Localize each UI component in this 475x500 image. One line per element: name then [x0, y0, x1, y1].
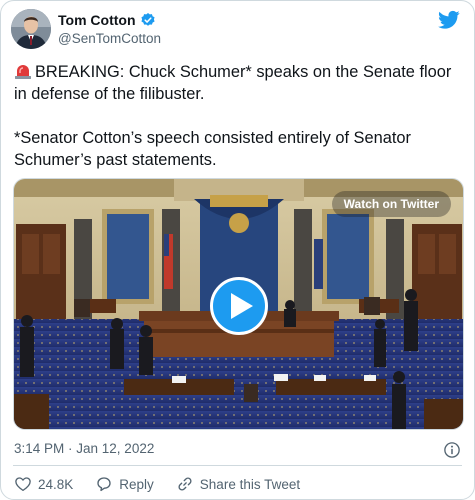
author-avatar[interactable] [11, 9, 51, 49]
reply-label: Reply [119, 476, 154, 492]
author-display-name[interactable]: Tom Cotton [58, 12, 136, 28]
watch-on-twitter-button[interactable]: Watch on Twitter [331, 191, 451, 217]
tweet-text-line-2: *Senator Cotton’s speech consisted entir… [14, 129, 411, 169]
like-button[interactable]: 24.8K [14, 475, 73, 493]
divider [13, 465, 462, 466]
tweet-actions: 24.8K Reply Share this Tweet [14, 475, 300, 493]
info-icon[interactable] [443, 441, 461, 459]
like-count: 24.8K [38, 476, 74, 492]
heart-icon [15, 477, 31, 492]
verified-badge-icon [140, 13, 155, 26]
siren-emoji-icon [15, 65, 31, 79]
tweet-card[interactable]: Tom Cotton @SenTomCotton BREAKING: Chuck… [0, 0, 475, 500]
share-button[interactable]: Share this Tweet [176, 475, 300, 493]
link-icon [178, 477, 192, 491]
reply-bubble-icon [97, 477, 111, 492]
share-label: Share this Tweet [199, 476, 301, 492]
tweet-text: BREAKING: Chuck Schumer* speaks on the S… [14, 61, 464, 171]
avatar-icon [11, 9, 51, 49]
tweet-text-line-1: BREAKING: Chuck Schumer* speaks on the S… [14, 63, 452, 103]
play-button[interactable] [210, 277, 268, 335]
reply-button[interactable]: Reply [95, 475, 154, 493]
video-player[interactable]: Watch on Twitter [13, 178, 464, 430]
author-handle[interactable]: @SenTomCotton [58, 31, 161, 46]
twitter-bird-icon[interactable] [438, 10, 460, 30]
tweet-timestamp[interactable]: 3:14 PM · Jan 12, 2022 [14, 441, 154, 456]
play-icon [230, 293, 253, 319]
